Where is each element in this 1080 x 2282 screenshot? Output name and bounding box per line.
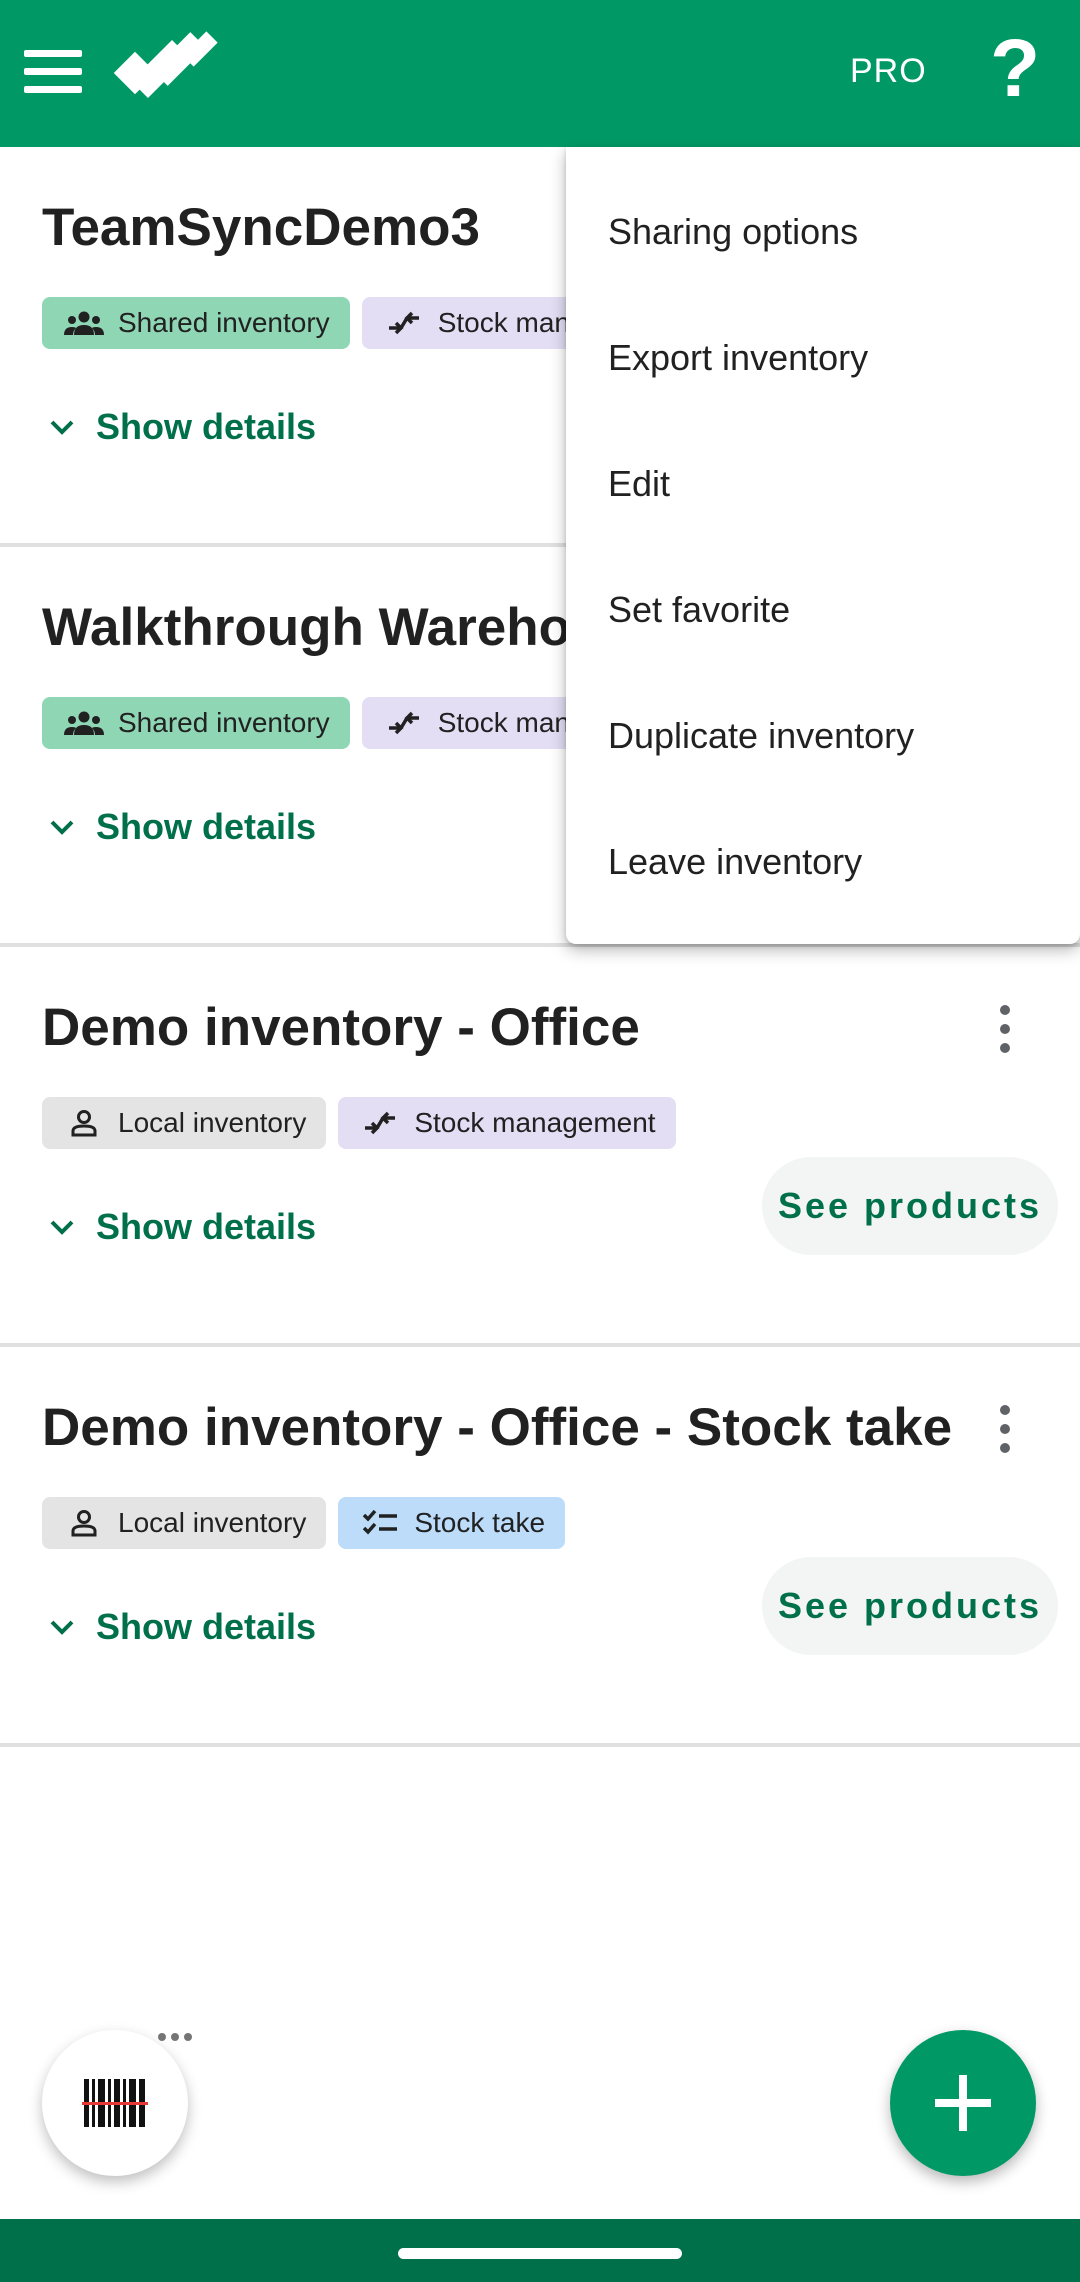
inventory-tags: Local inventory Stock take (42, 1497, 566, 1549)
menu-item-leave-inventory[interactable]: Leave inventory (566, 799, 1080, 925)
stock-arrows-icon (384, 707, 424, 739)
stock-arrows-icon (384, 307, 424, 339)
more-options-icon[interactable] (990, 999, 1020, 1059)
group-icon (64, 707, 104, 739)
chip-label: Local inventory (118, 1507, 307, 1538)
app-logo-icon (113, 31, 218, 98)
inventory-title: Demo inventory - Office - Stock take (42, 1398, 953, 1457)
show-details-button[interactable]: Show details (42, 387, 316, 467)
chip-label: Shared inventory (118, 307, 330, 338)
home-gesture-handle[interactable] (398, 2248, 682, 2259)
chip-label: Local inventory (118, 1107, 307, 1138)
local-inventory-chip: Local inventory (42, 1097, 327, 1149)
chip-label: Shared inventory (118, 707, 330, 738)
chip-label: Stock take (414, 1507, 546, 1538)
scanner-more-icon[interactable] (158, 2030, 192, 2044)
more-options-icon[interactable] (990, 1399, 1020, 1459)
stock-management-chip: Stock management (338, 1097, 676, 1149)
stock-take-chip: Stock take (338, 1497, 566, 1549)
show-details-button[interactable]: Show details (42, 1587, 316, 1667)
inventory-card: Demo inventory - Office - Stock take Loc… (0, 1347, 1080, 1747)
person-icon (64, 1507, 104, 1539)
barcode-scanner-button[interactable] (42, 2030, 188, 2176)
menu-item-edit[interactable]: Edit (566, 421, 1080, 547)
system-navigation-bar (0, 2219, 1080, 2282)
menu-item-set-favorite[interactable]: Set favorite (566, 547, 1080, 673)
menu-item-duplicate-inventory[interactable]: Duplicate inventory (566, 673, 1080, 799)
see-products-button[interactable]: See products (762, 1157, 1058, 1255)
show-details-label: Show details (96, 1606, 317, 1647)
show-details-label: Show details (96, 806, 317, 847)
help-icon[interactable]: ? (990, 28, 1040, 110)
inventory-card: Demo inventory - Office Local inventory … (0, 947, 1080, 1347)
show-details-button[interactable]: Show details (42, 787, 316, 867)
menu-item-sharing-options[interactable]: Sharing options (566, 169, 1080, 295)
barcode-scanner-icon (82, 2079, 148, 2127)
group-icon (64, 307, 104, 339)
chip-label: Stock management (414, 1107, 656, 1138)
inventory-title: TeamSyncDemo3 (42, 198, 480, 257)
show-details-label: Show details (96, 1206, 317, 1247)
chevron-down-icon (50, 1620, 74, 1635)
see-products-button[interactable]: See products (762, 1557, 1058, 1655)
inventory-options-menu: Sharing options Export inventory Edit Se… (566, 147, 1080, 944)
plus-icon (935, 2075, 991, 2131)
inventory-tags: Local inventory Stock management (42, 1097, 676, 1149)
stock-arrows-icon (360, 1107, 400, 1139)
menu-item-export-inventory[interactable]: Export inventory (566, 295, 1080, 421)
app-bar: PRO ? (0, 0, 1080, 147)
shared-inventory-chip: Shared inventory (42, 297, 350, 349)
chevron-down-icon (50, 420, 74, 435)
chevron-down-icon (50, 820, 74, 835)
show-details-label: Show details (96, 406, 317, 447)
show-details-button[interactable]: Show details (42, 1187, 316, 1267)
hamburger-menu-icon[interactable] (24, 46, 82, 98)
checklist-icon (360, 1507, 400, 1539)
person-icon (64, 1107, 104, 1139)
inventory-title: Demo inventory - Office (42, 998, 640, 1057)
chevron-down-icon (50, 1220, 74, 1235)
local-inventory-chip: Local inventory (42, 1497, 327, 1549)
pro-button[interactable]: PRO (850, 52, 927, 91)
shared-inventory-chip: Shared inventory (42, 697, 350, 749)
add-inventory-button[interactable] (890, 2030, 1036, 2176)
